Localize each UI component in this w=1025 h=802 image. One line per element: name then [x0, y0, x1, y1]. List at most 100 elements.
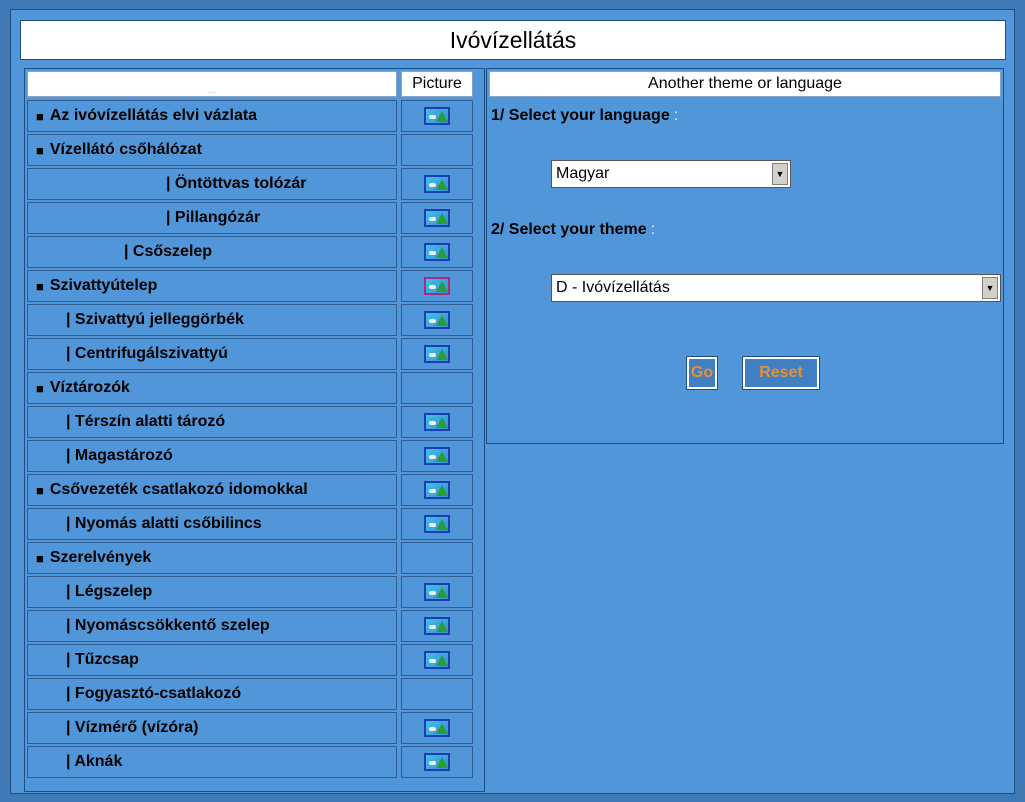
- topic-link[interactable]: | Aknák: [27, 746, 397, 778]
- picture-cell: [401, 270, 473, 302]
- topic-column-header: ...: [27, 71, 397, 97]
- picture-thumbnail-icon[interactable]: [424, 719, 450, 737]
- table-row: | Fogyasztó-csatlakozó: [25, 677, 484, 711]
- table-row: | Csőszelep: [25, 235, 484, 269]
- picture-cell: [401, 134, 473, 166]
- topic-label: | Nyomás alatti csőbilincs: [66, 515, 262, 532]
- reset-button[interactable]: Reset: [742, 356, 820, 390]
- topic-label: | Magastározó: [66, 447, 173, 464]
- topic-link[interactable]: | Öntöttvas tolózár: [27, 168, 397, 200]
- topic-link[interactable]: | Légszelep: [27, 576, 397, 608]
- picture-cell: [401, 100, 473, 132]
- topic-link[interactable]: ■ Csővezeték csatlakozó idomokkal: [27, 474, 397, 506]
- topic-label: Szerelvények: [49, 549, 152, 566]
- go-button[interactable]: Go: [686, 356, 718, 390]
- topic-link[interactable]: | Fogyasztó-csatlakozó: [27, 678, 397, 710]
- picture-thumbnail-icon[interactable]: [424, 583, 450, 601]
- chevron-down-icon[interactable]: ▼: [982, 277, 998, 299]
- picture-cell: [401, 202, 473, 234]
- topic-link[interactable]: | Tűzcsap: [27, 644, 397, 676]
- topic-label: | Fogyasztó-csatlakozó: [66, 685, 242, 702]
- picture-thumbnail-icon[interactable]: [424, 311, 450, 329]
- black-square-bullet-icon: ■: [36, 482, 44, 498]
- black-square-bullet-icon: ■: [36, 380, 44, 396]
- theme-label: 2/ Select your theme: [491, 221, 647, 238]
- picture-thumbnail-icon[interactable]: [424, 345, 450, 363]
- picture-thumbnail-icon[interactable]: [424, 209, 450, 227]
- table-row: | Légszelep: [25, 575, 484, 609]
- picture-thumbnail-icon[interactable]: [424, 107, 450, 125]
- topic-link[interactable]: | Nyomás alatti csőbilincs: [27, 508, 397, 540]
- theme-label-colon: :: [650, 221, 656, 238]
- table-row: ■ Szerelvények: [25, 541, 484, 575]
- table-row: | Öntöttvas tolózár: [25, 167, 484, 201]
- picture-cell: [401, 712, 473, 744]
- picture-thumbnail-icon[interactable]: [424, 481, 450, 499]
- table-row: ■ Az ivóvízellátás elvi vázlata: [25, 99, 484, 133]
- table-row: | Szivattyú jelleggörbék: [25, 303, 484, 337]
- theme-select-value: D - Ivóvízellátás: [556, 279, 670, 296]
- topic-link[interactable]: ■ Víztározók: [27, 372, 397, 404]
- table-row: | Magastározó: [25, 439, 484, 473]
- theme-language-panel: Another theme or language 1/ Select your…: [486, 68, 1004, 444]
- picture-cell: [401, 236, 473, 268]
- theme-select[interactable]: D - Ivóvízellátás ▼: [551, 274, 1001, 302]
- picture-thumbnail-icon[interactable]: [424, 243, 450, 261]
- language-select[interactable]: Magyar ▼: [551, 160, 791, 188]
- picture-cell: [401, 474, 473, 506]
- table-row: | Pillangózár: [25, 201, 484, 235]
- picture-thumbnail-icon[interactable]: [424, 175, 450, 193]
- topic-label: Vízellátó csőhálózat: [49, 141, 202, 158]
- topic-label: | Tűzcsap: [66, 651, 139, 668]
- theme-language-header: Another theme or language: [489, 71, 1001, 97]
- picture-thumbnail-icon[interactable]: [424, 515, 450, 533]
- black-square-bullet-icon: ■: [36, 108, 44, 124]
- table-row: ■ Csővezeték csatlakozó idomokkal: [25, 473, 484, 507]
- black-square-bullet-icon: ■: [36, 278, 44, 294]
- topic-link[interactable]: | Pillangózár: [27, 202, 397, 234]
- table-row: | Tűzcsap: [25, 643, 484, 677]
- topic-label: | Öntöttvas tolózár: [166, 175, 307, 192]
- page-frame: Ivóvízellátás ... Picture ■ Az ivóvízellá…: [10, 9, 1015, 794]
- table-row: | Nyomáscsökkentő szelep: [25, 609, 484, 643]
- topic-link[interactable]: | Térszín alatti tározó: [27, 406, 397, 438]
- picture-cell: [401, 576, 473, 608]
- page-title: Ivóvízellátás: [20, 20, 1006, 60]
- topic-label: Csővezeték csatlakozó idomokkal: [49, 481, 308, 498]
- table-row: | Aknák: [25, 745, 484, 779]
- topic-link[interactable]: | Vízmérő (vízóra): [27, 712, 397, 744]
- topic-link[interactable]: ■ Az ivóvízellátás elvi vázlata: [27, 100, 397, 132]
- topic-link[interactable]: | Szivattyú jelleggörbék: [27, 304, 397, 336]
- chevron-down-icon[interactable]: ▼: [772, 163, 788, 185]
- table-row: | Nyomás alatti csőbilincs: [25, 507, 484, 541]
- topic-link[interactable]: | Magastározó: [27, 440, 397, 472]
- picture-cell: [401, 338, 473, 370]
- picture-cell: [401, 406, 473, 438]
- picture-cell: [401, 508, 473, 540]
- topic-link[interactable]: | Csőszelep: [27, 236, 397, 268]
- picture-thumbnail-icon[interactable]: [424, 753, 450, 771]
- picture-thumbnail-icon[interactable]: [424, 617, 450, 635]
- topic-link[interactable]: ■ Szerelvények: [27, 542, 397, 574]
- table-row: | Centrifugálszivattyú: [25, 337, 484, 371]
- table-row: ■ Vízellátó csőhálózat: [25, 133, 484, 167]
- picture-thumbnail-icon[interactable]: [424, 651, 450, 669]
- topic-link[interactable]: | Nyomáscsökkentő szelep: [27, 610, 397, 642]
- table-row: | Térszín alatti tározó: [25, 405, 484, 439]
- picture-cell: [401, 304, 473, 336]
- black-square-bullet-icon: ■: [36, 142, 44, 158]
- table-row: ■ Víztározók: [25, 371, 484, 405]
- topic-label: | Vízmérő (vízóra): [66, 719, 199, 736]
- topic-link[interactable]: ■ Vízellátó csőhálózat: [27, 134, 397, 166]
- picture-cell: [401, 542, 473, 574]
- picture-thumbnail-icon[interactable]: [424, 277, 450, 295]
- topic-link[interactable]: ■ Szivattyútelep: [27, 270, 397, 302]
- topic-label: Víztározók: [49, 379, 130, 396]
- picture-cell: [401, 678, 473, 710]
- topic-label: Az ivóvízellátás elvi vázlata: [49, 107, 258, 124]
- picture-thumbnail-icon[interactable]: [424, 413, 450, 431]
- topic-label: | Aknák: [66, 753, 123, 770]
- topic-table: ... Picture ■ Az ivóvízellátás elvi vázla…: [24, 68, 485, 792]
- picture-thumbnail-icon[interactable]: [424, 447, 450, 465]
- topic-link[interactable]: | Centrifugálszivattyú: [27, 338, 397, 370]
